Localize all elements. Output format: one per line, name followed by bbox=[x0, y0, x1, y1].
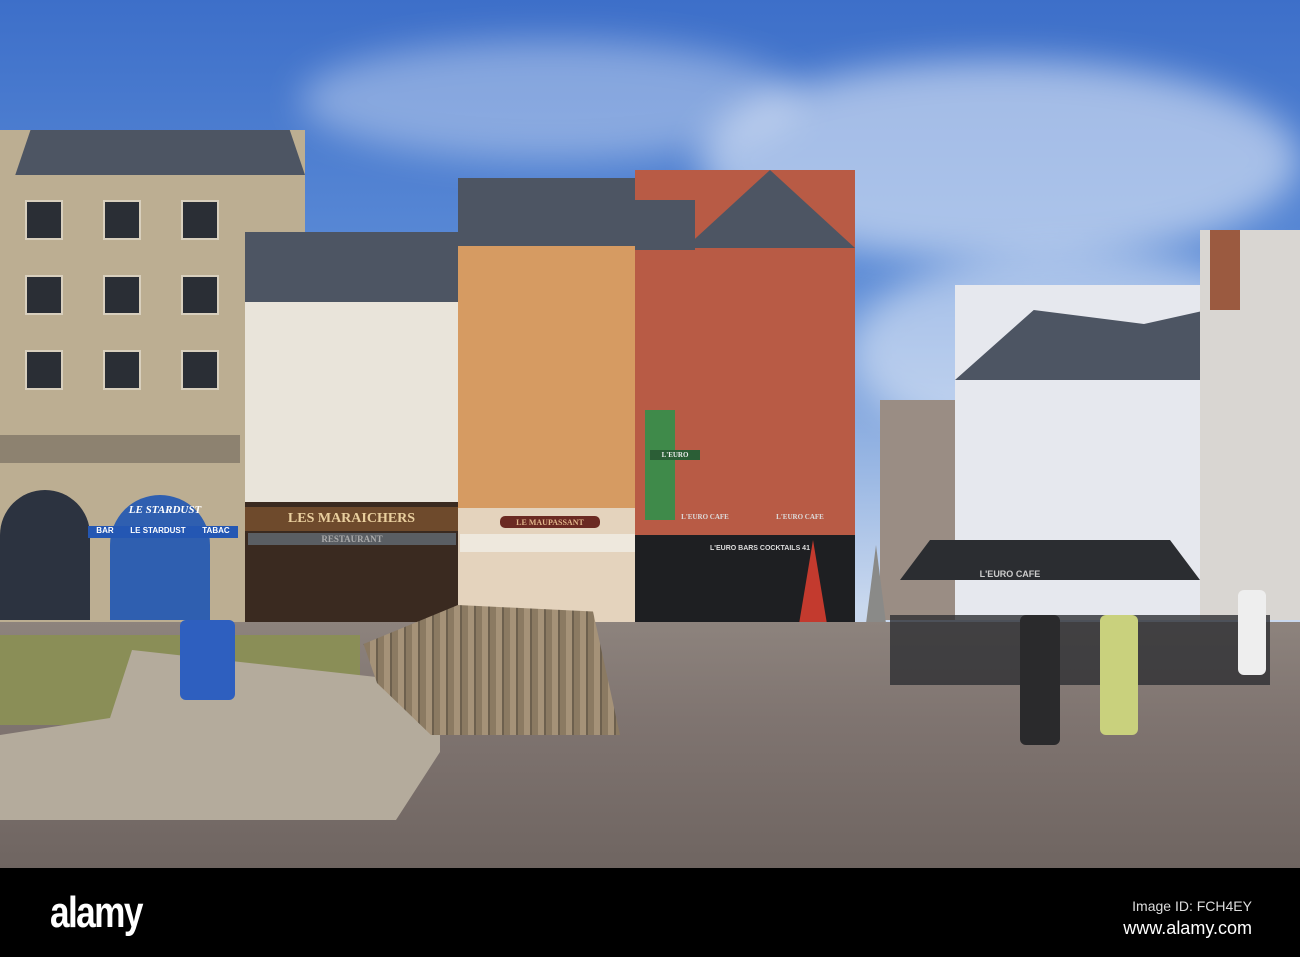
stardust-bar-label: BAR bbox=[96, 526, 114, 535]
euro-window-left-sign: L'EURO bbox=[650, 450, 700, 460]
photo-scene: LE STARDUST BAR LE STARDUST TABAC LES MA… bbox=[0, 0, 1300, 868]
window bbox=[181, 350, 219, 390]
stardust-name-label: LE STARDUST bbox=[130, 526, 186, 535]
window bbox=[25, 275, 63, 315]
image-id: Image ID: FCH4EY bbox=[1132, 898, 1252, 914]
window bbox=[25, 350, 63, 390]
walking-woman bbox=[1100, 615, 1138, 735]
restaurant-sign: RESTAURANT bbox=[248, 533, 456, 545]
corner-building bbox=[1200, 230, 1300, 620]
euro-bars-sign: L'EURO BARS COCKTAILS 41 bbox=[710, 544, 810, 552]
window bbox=[103, 275, 141, 315]
stardust-arch-sign: LE STARDUST bbox=[128, 504, 202, 516]
distant-building bbox=[880, 400, 960, 620]
alamy-url[interactable]: www.alamy.com bbox=[1123, 918, 1252, 939]
maupassant-sign: LE MAUPASSANT bbox=[500, 516, 600, 528]
umbrella-sign: L'EURO CAFE bbox=[979, 569, 1041, 579]
window bbox=[103, 350, 141, 390]
watermark-footer bbox=[0, 868, 1300, 957]
window bbox=[181, 200, 219, 240]
window bbox=[25, 200, 63, 240]
person-white-shirt bbox=[1238, 590, 1266, 675]
black-timber-building bbox=[245, 232, 460, 627]
stardust-tabac-label: TABAC bbox=[202, 526, 230, 535]
alamy-logo: alamy bbox=[50, 888, 143, 937]
seated-person bbox=[180, 620, 235, 700]
red-timber-building bbox=[635, 170, 855, 625]
stardust-banner: BAR LE STARDUST TABAC bbox=[88, 526, 238, 538]
window bbox=[181, 275, 219, 315]
euro-cafe-facade-sign: L'EURO CAFE bbox=[681, 513, 729, 521]
cafe-terrace bbox=[890, 615, 1270, 685]
window bbox=[103, 200, 141, 240]
orange-timber-building bbox=[458, 178, 638, 628]
maraichers-sign: LES MARAICHERS bbox=[245, 507, 458, 531]
awning bbox=[460, 534, 655, 552]
euro-window-right-sign: L'EURO CAFE bbox=[776, 513, 824, 521]
walking-man bbox=[1020, 615, 1060, 745]
